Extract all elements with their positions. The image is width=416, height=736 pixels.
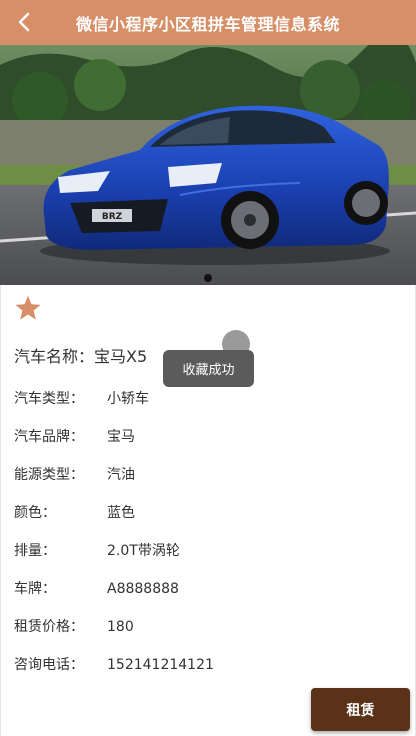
field-value: 宝马	[107, 429, 135, 445]
field-label: 咨询电话：	[14, 657, 84, 673]
field-value: 汽油	[107, 467, 135, 483]
field-row: 能源类型： 汽油	[14, 464, 394, 486]
svg-text:BRZ: BRZ	[102, 212, 123, 222]
field-value: 小轿车	[107, 391, 149, 407]
field-label: 汽车类型：	[14, 391, 84, 407]
page-title: 微信小程序小区租拼车管理信息系统	[75, 14, 340, 34]
field-label: 排量：	[14, 543, 56, 559]
field-row: 租赁价格： 180	[14, 616, 394, 638]
car-photo: BRZ	[0, 45, 416, 285]
field-value: 蓝色	[107, 505, 135, 521]
car-image-banner[interactable]: BRZ	[0, 45, 416, 285]
field-row: 车牌： A8888888	[14, 578, 394, 600]
field-label: 颜色：	[14, 505, 56, 521]
field-value: 180	[107, 619, 134, 635]
field-value: A8888888	[107, 581, 179, 597]
field-row: 颜色： 蓝色	[14, 502, 394, 524]
back-button[interactable]	[12, 10, 36, 34]
toast-message: 收藏成功	[163, 350, 254, 387]
carousel-indicator-dot[interactable]	[204, 274, 212, 282]
field-row: 汽车品牌： 宝马	[14, 426, 394, 448]
rent-button[interactable]: 租赁	[311, 688, 410, 731]
field-value: 2.0T带涡轮	[107, 543, 180, 559]
field-value: 152141214121	[107, 657, 214, 673]
chevron-left-icon	[18, 12, 30, 32]
field-label: 汽车品牌：	[14, 429, 84, 445]
field-label: 车牌：	[14, 581, 56, 597]
car-name: 汽车名称：宝马X5	[14, 343, 147, 367]
field-row: 排量： 2.0T带涡轮	[14, 540, 394, 562]
star-icon[interactable]	[14, 294, 42, 322]
field-label: 租赁价格：	[14, 619, 84, 635]
header-bar: 微信小程序小区租拼车管理信息系统	[0, 0, 416, 45]
car-name-label: 汽车名称：	[14, 347, 95, 366]
field-row: 汽车类型： 小轿车	[14, 388, 394, 410]
field-row: 咨询电话： 152141214121	[14, 654, 394, 676]
field-label: 能源类型：	[14, 467, 84, 483]
car-name-value: 宝马X5	[94, 347, 148, 366]
